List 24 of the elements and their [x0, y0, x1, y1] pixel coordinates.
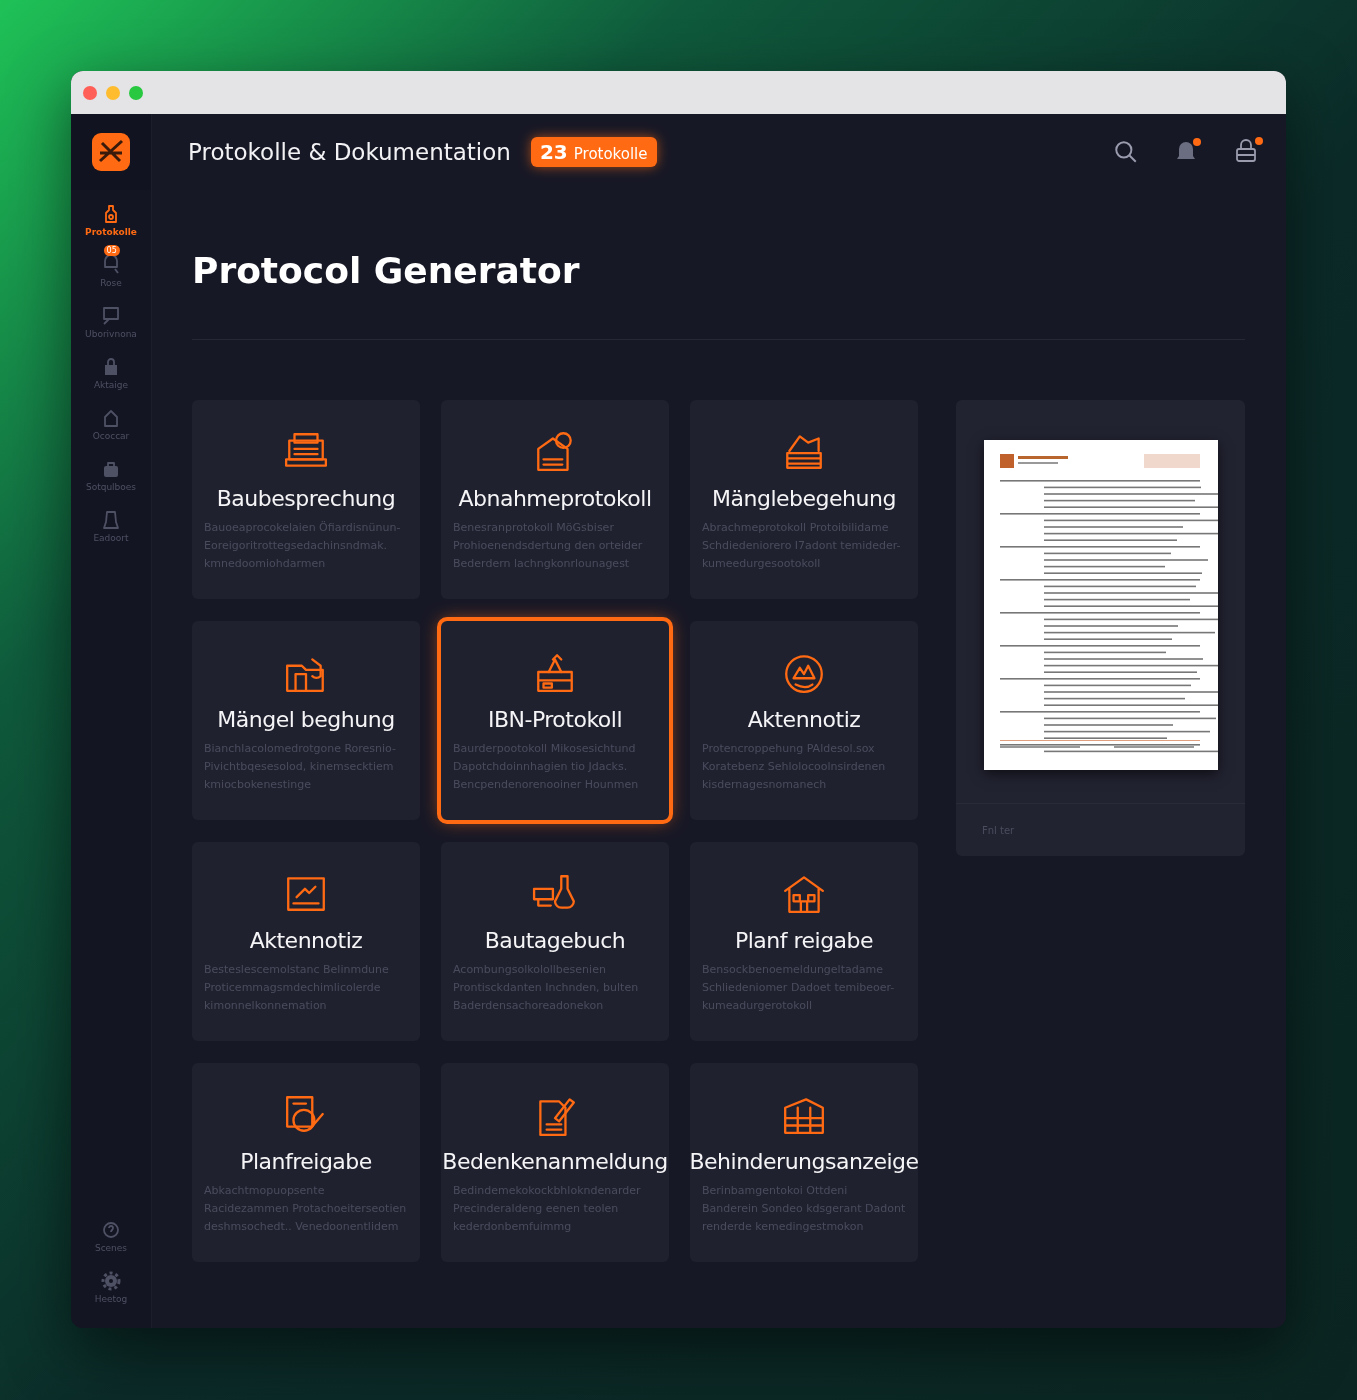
card-title: Mänglebegehung	[712, 486, 896, 511]
card-title: IBN-Protokoll	[487, 707, 623, 732]
card-title: Planf reigabe	[734, 928, 874, 953]
settings-icon	[101, 1271, 121, 1291]
card-title: Planfreigabe	[240, 1149, 372, 1174]
board-icon	[101, 306, 121, 326]
header-title: Protokolle & Dokumentation	[188, 139, 511, 165]
sidebar-item[interactable]: Protokolle	[81, 194, 141, 241]
count-badge: 05	[103, 245, 120, 256]
count-badge: 23 Protokolle	[530, 137, 657, 167]
house-icon	[101, 408, 121, 428]
card-title: Bautagebuch	[484, 928, 626, 953]
help-icon	[101, 1220, 121, 1240]
card-title: Bedenkenanmeldung	[442, 1149, 668, 1174]
card-title: Baubesprechung	[216, 486, 396, 511]
search-button[interactable]	[1113, 139, 1139, 165]
card-title: Aktennotiz	[747, 707, 861, 732]
logo-icon	[90, 131, 132, 173]
card-title: Abnahmeprotokoll	[458, 486, 652, 511]
card-title: Mängel beghung	[217, 707, 395, 732]
bag-icon	[101, 459, 121, 479]
card-title: Behinderungsanzeige	[689, 1149, 919, 1174]
card-title: Aktennotiz	[249, 928, 363, 953]
page-title: Protocol Generator	[192, 250, 1245, 340]
